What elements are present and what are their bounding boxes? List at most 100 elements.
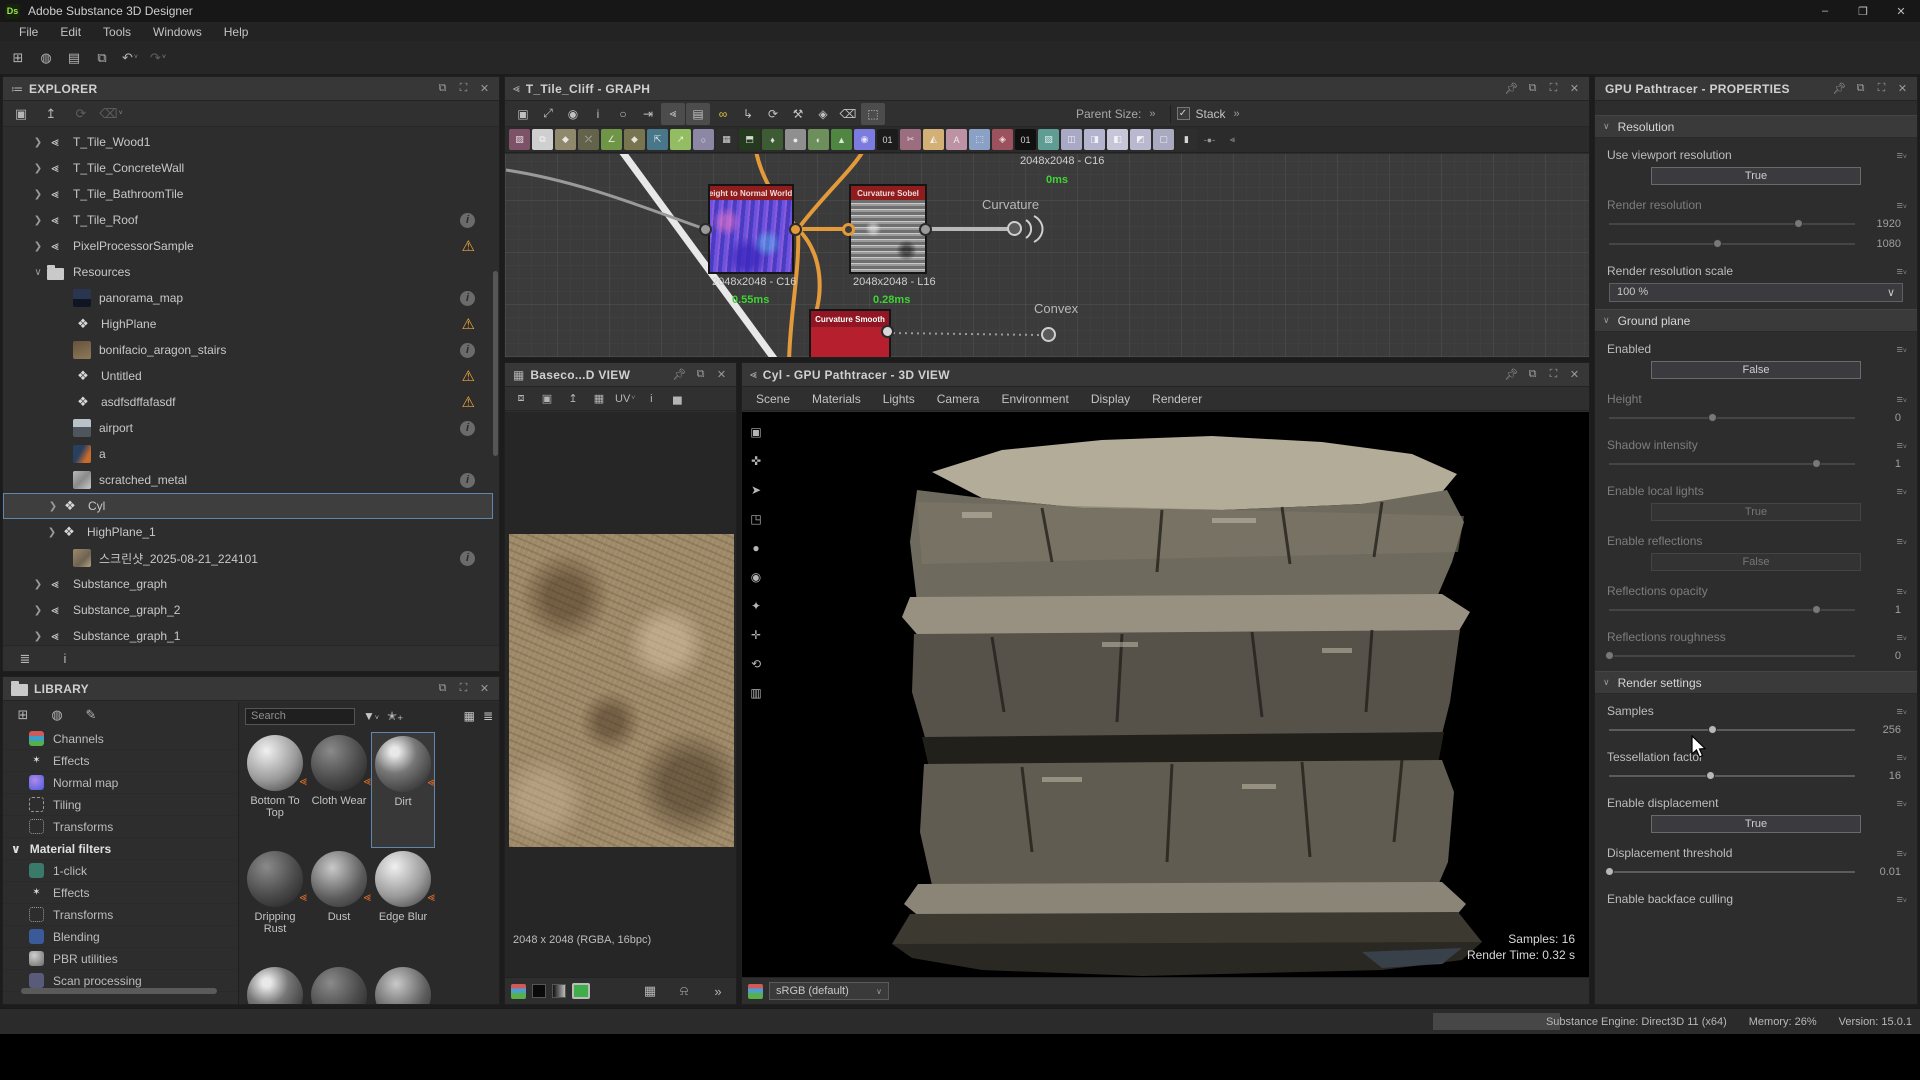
view3d-menu-display[interactable]: Display bbox=[1091, 392, 1130, 406]
tile-icon[interactable]: ▦ bbox=[638, 979, 662, 1003]
float-panel-icon[interactable]: ⧉ bbox=[1522, 365, 1543, 385]
tree-item-t-tile-concretewall[interactable]: ❯⪡T_Tile_ConcreteWall bbox=[3, 155, 493, 181]
menu-edit[interactable]: Edit bbox=[49, 22, 92, 41]
palette-node-icon-27[interactable]: ◩ bbox=[1130, 129, 1151, 150]
library-item-edge-blur[interactable]: ⪡Edge Blur bbox=[371, 848, 435, 964]
slider-handle[interactable] bbox=[1706, 771, 1715, 780]
filter-icon[interactable]: ◈ bbox=[811, 103, 835, 125]
info-icon[interactable]: i bbox=[53, 647, 77, 671]
slider-handle[interactable] bbox=[1812, 605, 1821, 614]
grid-snap-icon[interactable]: ⬚ bbox=[861, 103, 885, 125]
prop-use-viewport-resolution-button[interactable]: True bbox=[1651, 167, 1861, 185]
tree-item-highplane[interactable]: ❖HighPlane⚠ bbox=[3, 311, 493, 337]
palette-node-icon-26[interactable]: ◧ bbox=[1107, 129, 1128, 150]
pin-panel-icon[interactable]: 📌︎ bbox=[1829, 79, 1850, 99]
property-menu-icon[interactable]: ≡˅ bbox=[1896, 586, 1907, 598]
palette-node-icon-6[interactable]: ⇱ bbox=[647, 129, 668, 150]
menu-help[interactable]: Help bbox=[213, 22, 260, 41]
node-curvature-sobel[interactable]: Curvature Sobel bbox=[849, 184, 927, 274]
focus-icon[interactable]: ⇥ bbox=[636, 103, 660, 125]
library-item-cloth-wear[interactable]: ⪡Cloth Wear bbox=[307, 732, 371, 848]
maximize-panel-icon[interactable]: ⛶ bbox=[1543, 79, 1564, 99]
slider-track[interactable] bbox=[1609, 609, 1855, 611]
search-input[interactable]: Search bbox=[245, 708, 355, 725]
view3d-menu-renderer[interactable]: Renderer bbox=[1152, 392, 1202, 406]
palette-node-icon-4[interactable]: ∠ bbox=[601, 129, 622, 150]
library-category-material-filters[interactable]: ∨ Material filters bbox=[3, 838, 238, 860]
float-panel-icon[interactable]: ⧉ bbox=[690, 365, 711, 385]
palette-node-icon-20[interactable]: ⬚ bbox=[969, 129, 990, 150]
slider-handle[interactable] bbox=[1713, 239, 1722, 248]
palette-node-icon-19[interactable]: A bbox=[946, 129, 967, 150]
float-panel-icon[interactable]: ⧉ bbox=[1850, 79, 1871, 99]
channels-icon[interactable] bbox=[511, 984, 526, 999]
property-menu-icon[interactable]: ≡˅ bbox=[1896, 266, 1907, 278]
palette-node-icon-31[interactable]: ⪡ bbox=[1222, 129, 1243, 150]
chevron-icon[interactable]: ❯ bbox=[31, 163, 45, 174]
save-all-icon[interactable]: ⧉ bbox=[90, 46, 114, 70]
warning-badge[interactable]: ⚠ bbox=[462, 239, 475, 254]
maximize-button[interactable]: ❐ bbox=[1844, 0, 1882, 22]
prop-height-slider[interactable]: 0 bbox=[1595, 408, 1917, 428]
library-item-bottom-to-top[interactable]: ⪡Bottom To Top bbox=[243, 732, 307, 848]
info-badge[interactable]: i bbox=[460, 213, 475, 228]
add-filter-icon[interactable]: ◍ bbox=[45, 703, 69, 727]
palette-node-icon-15[interactable]: ◉ bbox=[854, 129, 875, 150]
pin-panel-icon[interactable]: 📌︎ bbox=[669, 365, 690, 385]
info-badge[interactable]: i bbox=[460, 551, 475, 566]
library-category-transforms[interactable]: Transforms bbox=[3, 816, 238, 838]
background-gradient-swatch[interactable] bbox=[552, 984, 566, 998]
open-icon[interactable]: ▤ bbox=[62, 46, 86, 70]
library-item[interactable]: ⪡ bbox=[371, 964, 435, 1004]
palette-node-icon-24[interactable]: ◫ bbox=[1061, 129, 1082, 150]
palette-node-icon-18[interactable]: ◭ bbox=[923, 129, 944, 150]
library-category-transforms[interactable]: Transforms bbox=[3, 904, 238, 926]
chevron-icon[interactable]: ❯ bbox=[31, 241, 45, 252]
slider-track[interactable] bbox=[1609, 463, 1855, 465]
prop-resolution-section[interactable]: ∨Resolution bbox=[1595, 115, 1917, 138]
pin-panel-icon[interactable]: 📌︎ bbox=[1501, 365, 1522, 385]
export-icon[interactable]: ↥ bbox=[563, 387, 583, 411]
chevron-icon[interactable]: ❯ bbox=[31, 605, 45, 616]
add-folder-icon[interactable]: ⊞ bbox=[11, 703, 35, 727]
zoom-icon[interactable]: ○ bbox=[611, 103, 635, 125]
slider-track[interactable] bbox=[1609, 655, 1855, 657]
palette-node-icon-14[interactable]: ▲ bbox=[831, 129, 852, 150]
graph-canvas[interactable]: Height to Normal World... 2048x2048 - C1… bbox=[505, 154, 1589, 357]
chevron-icon[interactable]: ❯ bbox=[31, 631, 45, 642]
property-menu-icon[interactable]: ≡˅ bbox=[1896, 536, 1907, 548]
slider-track[interactable] bbox=[1609, 223, 1855, 225]
warning-badge[interactable]: ⚠ bbox=[462, 317, 475, 332]
tree-item-untitled[interactable]: ❖Untitled⚠ bbox=[3, 363, 493, 389]
view3d-menu-lights[interactable]: Lights bbox=[883, 392, 915, 406]
view3d-menu-environment[interactable]: Environment bbox=[1001, 392, 1068, 406]
property-menu-icon[interactable]: ≡˅ bbox=[1896, 486, 1907, 498]
tree-item-bonifacio-aragon-stairs[interactable]: bonifacio_aragon_stairsi bbox=[3, 337, 493, 363]
prop-displacement-threshold-slider[interactable]: 0.01 bbox=[1595, 862, 1917, 882]
library-item-edge-damages[interactable]: ⪡Edge Damages bbox=[243, 964, 307, 1004]
input-port[interactable] bbox=[842, 223, 855, 236]
palette-node-icon-10[interactable]: ⬒ bbox=[739, 129, 760, 150]
info-icon[interactable]: i bbox=[586, 103, 610, 125]
menu-windows[interactable]: Windows bbox=[142, 22, 213, 41]
tree-item-resources[interactable]: ∨Resources bbox=[3, 259, 493, 285]
view3d-menu-materials[interactable]: Materials bbox=[812, 392, 861, 406]
actual-size-icon[interactable]: ⤢ bbox=[536, 103, 560, 125]
library-item-edge-dirt[interactable]: ⪡Edge Dirt bbox=[307, 964, 371, 1004]
slider-track[interactable] bbox=[1609, 871, 1855, 873]
tree-item-substance-graph[interactable]: ❯⪡Substance_graph bbox=[3, 571, 493, 597]
output-port[interactable] bbox=[919, 223, 932, 236]
prop-render-settings-section[interactable]: ∨Render settings bbox=[1595, 671, 1917, 694]
property-menu-icon[interactable]: ≡˅ bbox=[1896, 752, 1907, 764]
chevron-icon[interactable]: ❯ bbox=[31, 189, 45, 200]
explorer-scrollbar[interactable] bbox=[493, 271, 498, 456]
slider-handle[interactable] bbox=[1708, 725, 1717, 734]
pin-panel-icon[interactable]: 📌︎ bbox=[1501, 79, 1522, 99]
palette-node-icon-12[interactable]: ● bbox=[785, 129, 806, 150]
library-category-effects[interactable]: ✶Effects bbox=[3, 882, 238, 904]
info-badge[interactable]: i bbox=[460, 473, 475, 488]
chevron-icon[interactable]: ❯ bbox=[45, 527, 59, 538]
clean-icon[interactable]: ⌫˅ bbox=[99, 102, 123, 126]
filter-icon[interactable]: ▼˅ bbox=[363, 709, 379, 723]
chevron-icon[interactable]: ❯ bbox=[46, 501, 60, 512]
